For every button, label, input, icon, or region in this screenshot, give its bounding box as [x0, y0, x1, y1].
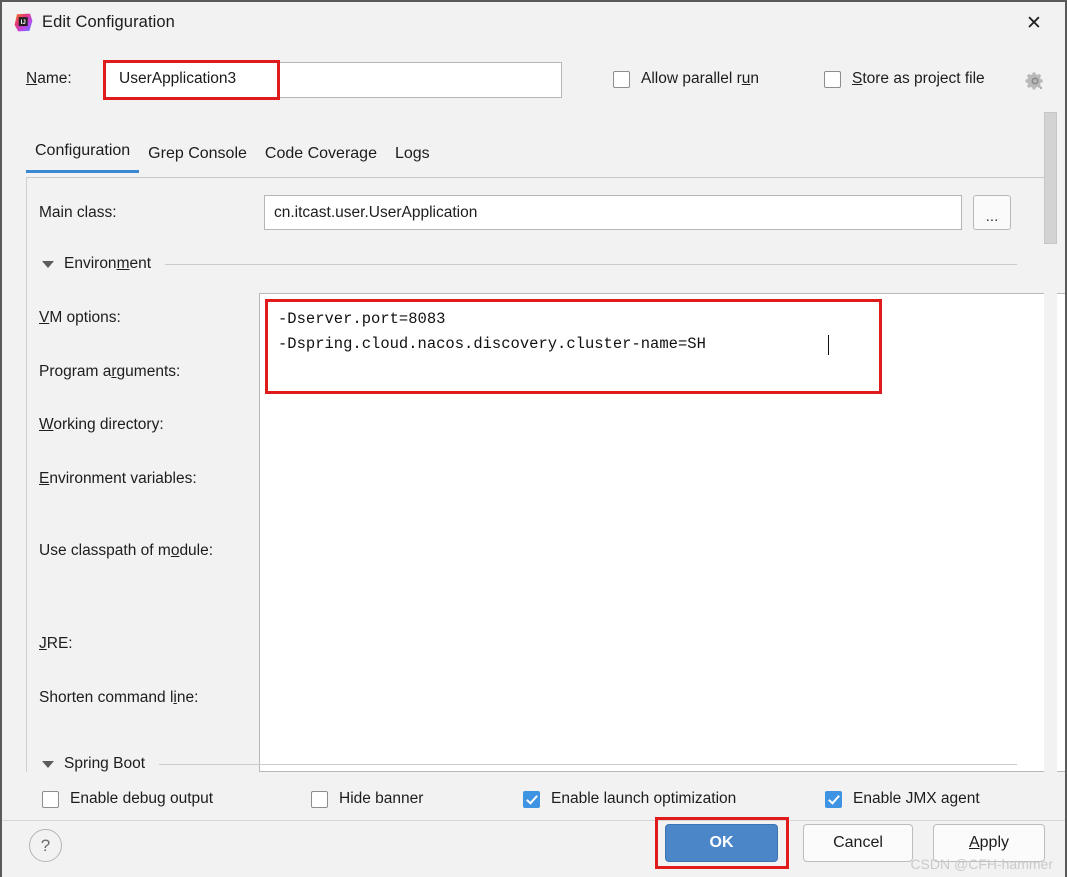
vm-options-line-2: -Dspring.cloud.nacos.discovery.cluster-n… [278, 335, 706, 353]
tab-bar: Configuration Grep Console Code Coverage… [26, 142, 439, 173]
checkbox-box [824, 71, 841, 88]
section-divider-line [159, 764, 1017, 765]
store-as-project-file-checkbox[interactable]: Store as project file [824, 70, 985, 88]
tab-code-coverage[interactable]: Code Coverage [256, 145, 386, 173]
gear-icon[interactable] [1024, 70, 1046, 92]
checkbox-box [42, 791, 59, 808]
tab-configuration[interactable]: Configuration [26, 142, 139, 173]
main-class-label: Main class: [39, 204, 117, 222]
allow-parallel-run-checkbox[interactable]: Allow parallel run [613, 70, 759, 88]
svg-text:IJ: IJ [21, 19, 27, 26]
spring-boot-section-title: Spring Boot [64, 755, 145, 773]
allow-parallel-run-label: Allow parallel run [641, 70, 759, 88]
working-directory-label: Working directory: [39, 416, 164, 434]
store-as-project-file-label: Store as project file [852, 70, 985, 88]
enable-launch-optimization-checkbox[interactable]: Enable launch optimization [523, 790, 736, 808]
text-caret [828, 335, 829, 355]
shorten-command-line-label: Shorten command line: [39, 689, 198, 707]
section-divider-line [165, 264, 1017, 265]
enable-jmx-agent-label: Enable JMX agent [853, 790, 980, 808]
checkbox-box [523, 791, 540, 808]
vm-options-line-1: -Dserver.port=8083 [278, 310, 445, 328]
ok-button[interactable]: OK [665, 824, 778, 862]
spring-boot-section-header[interactable]: Spring Boot [42, 755, 1017, 773]
enable-debug-output-checkbox[interactable]: Enable debug output [42, 790, 213, 808]
main-class-value: cn.itcast.user.UserApplication [274, 204, 477, 222]
footer-divider [2, 820, 1065, 821]
environment-section-title: Environment [64, 255, 151, 273]
vm-options-label: VM options: [39, 309, 121, 327]
triangle-down-icon [42, 261, 54, 268]
vm-options-value: -Dserver.port=8083 -Dspring.cloud.nacos.… [278, 307, 706, 357]
hide-banner-checkbox[interactable]: Hide banner [311, 790, 423, 808]
intellij-idea-logo-icon: IJ [14, 13, 33, 32]
jre-label: JRE: [39, 635, 73, 653]
main-class-browse-button[interactable]: ... [973, 195, 1011, 230]
title-bar: IJ Edit Configuration ✕ [2, 2, 1065, 43]
close-icon[interactable]: ✕ [1017, 7, 1051, 39]
enable-debug-output-label: Enable debug output [70, 790, 213, 808]
tab-grep-console[interactable]: Grep Console [139, 145, 256, 173]
enable-jmx-agent-checkbox[interactable]: Enable JMX agent [825, 790, 980, 808]
program-arguments-label: Program arguments: [39, 363, 180, 381]
watermark-text: CSDN @CFH-hammer [910, 856, 1053, 872]
tab-logs[interactable]: Logs [386, 145, 439, 173]
window-title: Edit Configuration [42, 13, 175, 32]
spring-boot-options: Enable debug output Hide banner Enable l… [42, 790, 1032, 820]
checkbox-box [311, 791, 328, 808]
cancel-button[interactable]: Cancel [803, 824, 913, 862]
triangle-down-icon [42, 761, 54, 768]
environment-section-header[interactable]: Environment [42, 255, 1017, 273]
hide-banner-label: Hide banner [339, 790, 423, 808]
name-label: Name: [26, 70, 72, 88]
help-icon[interactable]: ? [29, 829, 62, 862]
vm-options-expanded-editor[interactable] [259, 293, 1067, 772]
use-classpath-of-module-label: Use classpath of module: [39, 542, 213, 560]
edit-configuration-dialog: IJ Edit Configuration ✕ Name: UserApplic… [0, 0, 1067, 877]
name-input-value: UserApplication3 [119, 70, 236, 88]
vertical-scrollbar-thumb[interactable] [1044, 112, 1057, 244]
environment-variables-label: Environment variables: [39, 470, 197, 488]
checkbox-box [613, 71, 630, 88]
checkbox-box [825, 791, 842, 808]
enable-launch-optimization-label: Enable launch optimization [551, 790, 736, 808]
